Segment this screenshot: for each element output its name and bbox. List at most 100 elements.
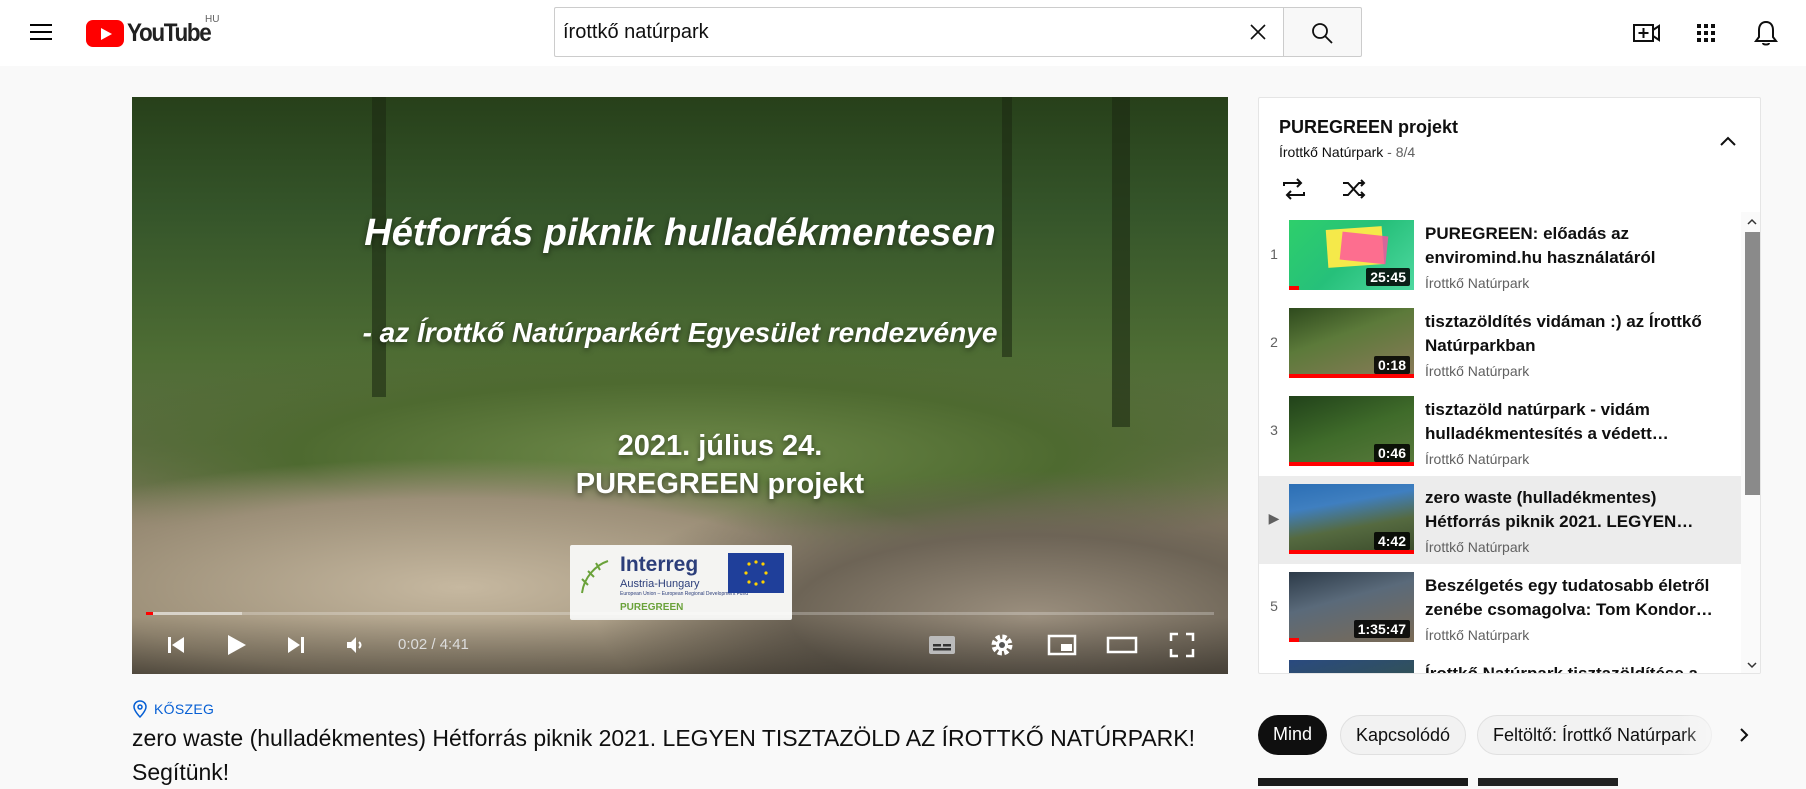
theater-mode-icon[interactable] [1104,627,1140,663]
miniplayer-icon[interactable] [1044,627,1080,663]
playlist-position: - 8/4 [1387,144,1416,160]
scroll-up-icon[interactable] [1746,215,1758,227]
watched-bar [1289,286,1299,290]
time-display: 0:02 / 4:41 [398,636,469,653]
item-index: 5 [1270,598,1278,614]
item-duration: 0:18 [1373,356,1410,374]
youtube-play-icon [86,19,124,47]
search-box [554,7,1283,57]
playlist-meta: Írottkő Natúrpark - 8/4 [1279,144,1415,160]
item-index: 3 [1270,422,1278,438]
item-channel: Írottkő Natúrpark [1425,363,1530,379]
scroll-thumb[interactable] [1745,232,1760,495]
apps-icon[interactable] [1690,17,1722,49]
playlist-channel[interactable]: Írottkő Natúrpark [1279,144,1383,160]
chip-related[interactable]: Kapcsolódó [1340,715,1467,755]
sponsor-name: Interreg [620,553,699,576]
playlist-scrollbar[interactable] [1741,212,1760,673]
eu-flag-icon [728,553,784,593]
fullscreen-icon[interactable] [1164,627,1200,663]
filter-chips: Mind Kapcsolódó Feltöltő: Írottkő Natúrp… [1258,715,1806,755]
location-label: KŐSZEG [154,701,215,717]
watched-bar [1289,374,1414,378]
leaf-icon [581,560,609,594]
search-icon [1312,23,1333,44]
notifications-icon[interactable] [1750,17,1782,49]
play-icon[interactable] [218,627,254,663]
scroll-down-icon[interactable] [1746,658,1758,670]
youtube-logo[interactable]: YouTube [86,18,220,48]
subtitles-icon[interactable] [924,627,960,663]
item-duration: 1:35:47 [1353,620,1410,638]
loop-icon[interactable] [1279,174,1309,204]
progress-bar[interactable] [146,612,1214,615]
watched-bar [1289,462,1414,466]
playlist-item[interactable]: 2 0:18 tisztazöldítés vidáman :) az Írot… [1259,300,1741,388]
item-channel: Írottkő Natúrpark [1425,627,1530,643]
overlay-date-block: 2021. július 24. PUREGREEN projekt [132,427,1228,503]
item-thumbnail[interactable]: 0:18 [1289,308,1414,378]
playlist-item[interactable]: 5 1:35:47 Beszélgetés egy tudatosabb éle… [1259,564,1741,652]
tree-trunk [1112,97,1130,427]
next-icon[interactable] [278,627,314,663]
settings-gear-icon[interactable] [984,627,1020,663]
playlist-item[interactable]: Írottkő Natúrpark tisztazöldítése a… [1259,652,1741,674]
overlay-title: Hétforrás piknik hulladékmentesen [364,212,996,254]
item-thumbnail[interactable]: 0:46 [1289,396,1414,466]
item-thumbnail[interactable] [1289,660,1414,673]
playlist-item-active[interactable]: ▶ 4:42 zero waste (hulladékmentes) Hétfo… [1259,476,1741,564]
now-playing-icon: ▶ [1268,510,1280,526]
watched-bar [1289,550,1414,554]
item-thumbnail[interactable]: 25:45 [1289,220,1414,290]
location-link[interactable]: KŐSZEG [132,700,214,718]
shuffle-icon[interactable] [1339,174,1369,204]
playlist-panel: PUREGREEN projekt Írottkő Natúrpark - 8/… [1258,97,1761,674]
player-controls: 0:02 / 4:41 [132,617,1228,674]
clear-icon[interactable] [1246,20,1270,44]
search-input[interactable] [563,8,1203,56]
item-index: 1 [1270,246,1278,262]
hamburger-menu-icon[interactable] [24,18,60,48]
interreg-logo: Interreg Austria-Hungary European Union … [570,545,792,620]
item-thumbnail[interactable]: 1:35:47 [1289,572,1414,642]
video-title: zero waste (hulladékmentes) Hétforrás pi… [132,725,1196,785]
item-duration: 4:42 [1373,532,1410,550]
overlay-subtitle: - az Írottkő Natúrparkért Egyesület rend… [362,317,998,348]
chip-all[interactable]: Mind [1258,715,1328,755]
item-thumbnail[interactable]: 4:42 [1289,484,1414,554]
create-video-icon[interactable] [1630,17,1662,49]
video-player[interactable]: Hétforrás piknik hulladékmentesen - az Í… [132,97,1228,674]
played-bar [146,612,154,615]
item-channel: Írottkő Natúrpark [1425,451,1530,467]
top-bar: YouTube HU [0,0,1806,66]
search-button[interactable] [1283,7,1362,57]
watched-bar [1289,638,1299,642]
next-video-thumbnail[interactable] [1258,778,1468,786]
previous-icon[interactable] [158,627,194,663]
overlay-date: 2021. július 24. [617,430,823,462]
item-channel: Írottkő Natúrpark [1425,275,1530,291]
sponsor-region: Austria-Hungary [620,578,700,590]
volume-icon[interactable] [338,627,374,663]
buffer-bar [146,612,243,615]
item-duration: 0:46 [1373,444,1410,462]
region-badge: HU [205,14,220,25]
next-video-title[interactable] [1478,778,1678,786]
playlist-title[interactable]: PUREGREEN projekt [1279,117,1458,138]
playlist-item[interactable]: 1 25:45 PUREGREEN: előadás az enviromind… [1259,212,1741,300]
item-duration: 25:45 [1366,268,1410,286]
playlist-item[interactable]: 3 0:46 tisztazöld natúrpark - vidám hull… [1259,388,1741,476]
playlist-items: 1 25:45 PUREGREEN: előadás az enviromind… [1259,212,1741,674]
item-title: PUREGREEN: előadás az enviromind.hu hasz… [1425,224,1656,267]
chevron-up-icon[interactable] [1714,128,1742,156]
item-title: Beszélgetés egy tudatosabb életről zenéb… [1425,576,1713,619]
item-title: zero waste (hulladékmentes) Hétforrás pi… [1425,488,1694,531]
chevron-right-icon[interactable] [1724,715,1764,755]
item-index: 2 [1270,334,1278,350]
item-channel: Írottkő Natúrpark [1425,539,1530,555]
location-pin-icon [133,700,147,718]
item-title: Írottkő Natúrpark tisztazöldítése a… [1425,664,1716,674]
chip-uploader[interactable]: Feltöltő: Írottkő Natúrpark [1477,715,1713,755]
item-title: tisztazöldítés vidáman :) az Írottkő Nat… [1425,312,1702,355]
item-title: tisztazöld natúrpark - vidám hulladékmen… [1425,400,1669,443]
